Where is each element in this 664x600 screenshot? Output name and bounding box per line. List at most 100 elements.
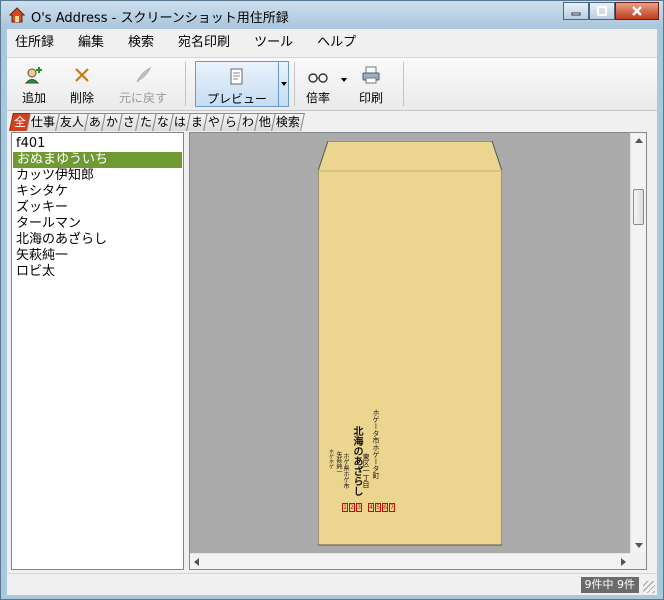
- toolbar: 追加 削除 元に戻す プレビュー 倍率 印刷: [7, 57, 657, 111]
- scroll-right-arrow-icon[interactable]: [621, 558, 626, 566]
- tab-label: ら: [225, 115, 238, 129]
- preview-button[interactable]: プレビュー: [195, 61, 289, 107]
- tab-label: や: [208, 115, 221, 129]
- menu-search[interactable]: 検索: [116, 29, 166, 57]
- tab-label: 友人: [59, 115, 84, 129]
- minimize-icon: [571, 12, 581, 16]
- toolbar-separator: [185, 62, 186, 106]
- menu-address-print[interactable]: 宛名印刷: [166, 29, 242, 57]
- postal-digit: 2: [349, 503, 355, 512]
- chevron-down-icon: [341, 78, 347, 82]
- list-item[interactable]: f401: [12, 136, 183, 152]
- app-window: O's Address - スクリーンショット用住所録 住所録 編集 検索 宛名…: [0, 0, 664, 600]
- maximize-button[interactable]: [589, 2, 615, 20]
- undo-button[interactable]: 元に戻す: [115, 62, 171, 106]
- feather-icon: [136, 66, 152, 83]
- contact-list[interactable]: f401 おぬまゆういち カッツ伊知郎 キシタケ ズッキー タールマン 北海のあ…: [11, 132, 184, 570]
- delete-label: 削除: [69, 91, 94, 105]
- tab-label: は: [174, 115, 187, 129]
- tab-label: ま: [191, 115, 204, 129]
- tab-label: 仕事: [30, 115, 55, 129]
- tab-label: 全: [13, 115, 26, 129]
- zoom-dropdown[interactable]: [341, 78, 347, 82]
- printer-icon: [362, 66, 380, 84]
- tab-label: 他: [259, 115, 272, 129]
- zoom-label: 倍率: [305, 91, 330, 105]
- scroll-thumb[interactable]: [633, 189, 644, 225]
- title-bar[interactable]: O's Address - スクリーンショット用住所録: [1, 1, 663, 29]
- zoom-button[interactable]: 倍率: [299, 62, 337, 106]
- envelope: ホゲータ市ホゲータ町 東区一丁目 北海のあざらし ホゲ県ホゲ市 矢萩純一 ホゲホ…: [317, 140, 503, 548]
- postal-digit: 6: [382, 503, 388, 512]
- resize-grip-icon[interactable]: [643, 581, 655, 593]
- preview-label: プレビュー: [206, 92, 267, 106]
- print-button[interactable]: 印刷: [352, 62, 390, 106]
- window-title: O's Address - スクリーンショット用住所録: [31, 11, 289, 26]
- scroll-up-arrow-icon[interactable]: [635, 138, 643, 143]
- list-item[interactable]: ロビ太: [12, 264, 183, 280]
- tab-search[interactable]: 検索: [271, 113, 306, 131]
- postal-code-boxes: 123 4567: [342, 503, 395, 512]
- postal-digit: 5: [375, 503, 381, 512]
- postal-digit: 1: [342, 503, 348, 512]
- menu-address-book[interactable]: 住所録: [7, 29, 66, 57]
- list-item[interactable]: おぬまゆういち: [13, 152, 182, 168]
- list-item[interactable]: 矢萩純一: [12, 248, 183, 264]
- sender-line-1: ホゲ県ホゲ市: [342, 453, 349, 489]
- document-icon: [230, 68, 243, 85]
- list-item[interactable]: キシタケ: [12, 184, 183, 200]
- glasses-icon: [308, 73, 328, 83]
- list-item[interactable]: ズッキー: [12, 200, 183, 216]
- postal-digit: 3: [356, 503, 362, 512]
- add-label: 追加: [21, 91, 46, 105]
- tab-label: あ: [88, 115, 101, 129]
- minimize-button[interactable]: [563, 2, 589, 20]
- scroll-left-arrow-icon[interactable]: [194, 558, 199, 566]
- list-item[interactable]: 北海のあざらし: [12, 232, 183, 248]
- add-person-icon: [24, 67, 42, 84]
- status-bar: 9件中 9件: [7, 573, 657, 595]
- close-button[interactable]: [615, 2, 659, 20]
- index-tabs: 全 仕事 友人 あ か さ た な は ま や ら わ 他 検索: [9, 113, 306, 131]
- scroll-corner: [630, 553, 646, 569]
- menu-help[interactable]: ヘルプ: [305, 29, 368, 57]
- menu-edit[interactable]: 編集: [66, 29, 116, 57]
- tab-label: な: [157, 115, 170, 129]
- add-button[interactable]: 追加: [17, 62, 51, 106]
- tab-label: 検索: [276, 115, 301, 129]
- tab-label: か: [105, 115, 118, 129]
- window-controls: [563, 2, 659, 20]
- address-line-2: 東区一丁目: [362, 453, 370, 488]
- house-icon: [9, 7, 25, 23]
- tab-label: わ: [242, 115, 255, 129]
- postal-digit: 7: [389, 503, 395, 512]
- scroll-down-arrow-icon[interactable]: [635, 543, 643, 548]
- maximize-icon: [597, 6, 607, 16]
- address-line-1: ホゲータ市ホゲータ町: [372, 409, 380, 479]
- envelope-preview: ホゲータ市ホゲータ町 東区一丁目 北海のあざらし ホゲ県ホゲ市 矢萩純一 ホゲホ…: [189, 132, 647, 570]
- toolbar-separator: [403, 62, 404, 106]
- horizontal-scrollbar[interactable]: [190, 553, 630, 569]
- print-label: 印刷: [358, 91, 383, 105]
- record-count: 9件中 9件: [580, 577, 639, 593]
- recipient-name: 北海のあざらし: [351, 426, 362, 496]
- delete-icon: [75, 68, 89, 82]
- menu-tools[interactable]: ツール: [242, 29, 305, 57]
- tab-label: さ: [122, 115, 135, 129]
- preview-button-main[interactable]: プレビュー: [196, 63, 278, 107]
- tab-label: た: [139, 115, 153, 129]
- list-item[interactable]: タールマン: [12, 216, 183, 232]
- delete-button[interactable]: 削除: [65, 62, 99, 106]
- postal-digit: 4: [368, 503, 374, 512]
- vertical-scrollbar[interactable]: [630, 133, 646, 553]
- sender-line-3: ホゲホゲ: [328, 449, 334, 469]
- client-area: 住所録 編集 検索 宛名印刷 ツール ヘルプ 追加 削除 元に戻す プレビュー …: [7, 29, 657, 595]
- preview-dropdown[interactable]: [278, 62, 288, 106]
- sender-line-2: 矢萩純一: [335, 451, 342, 475]
- list-item[interactable]: カッツ伊知郎: [12, 168, 183, 184]
- chevron-down-icon: [281, 82, 287, 86]
- undo-label: 元に戻す: [118, 91, 167, 105]
- toolbar-separator: [294, 62, 295, 106]
- menu-bar: 住所録 編集 検索 宛名印刷 ツール ヘルプ: [7, 29, 657, 57]
- close-icon: [632, 6, 642, 16]
